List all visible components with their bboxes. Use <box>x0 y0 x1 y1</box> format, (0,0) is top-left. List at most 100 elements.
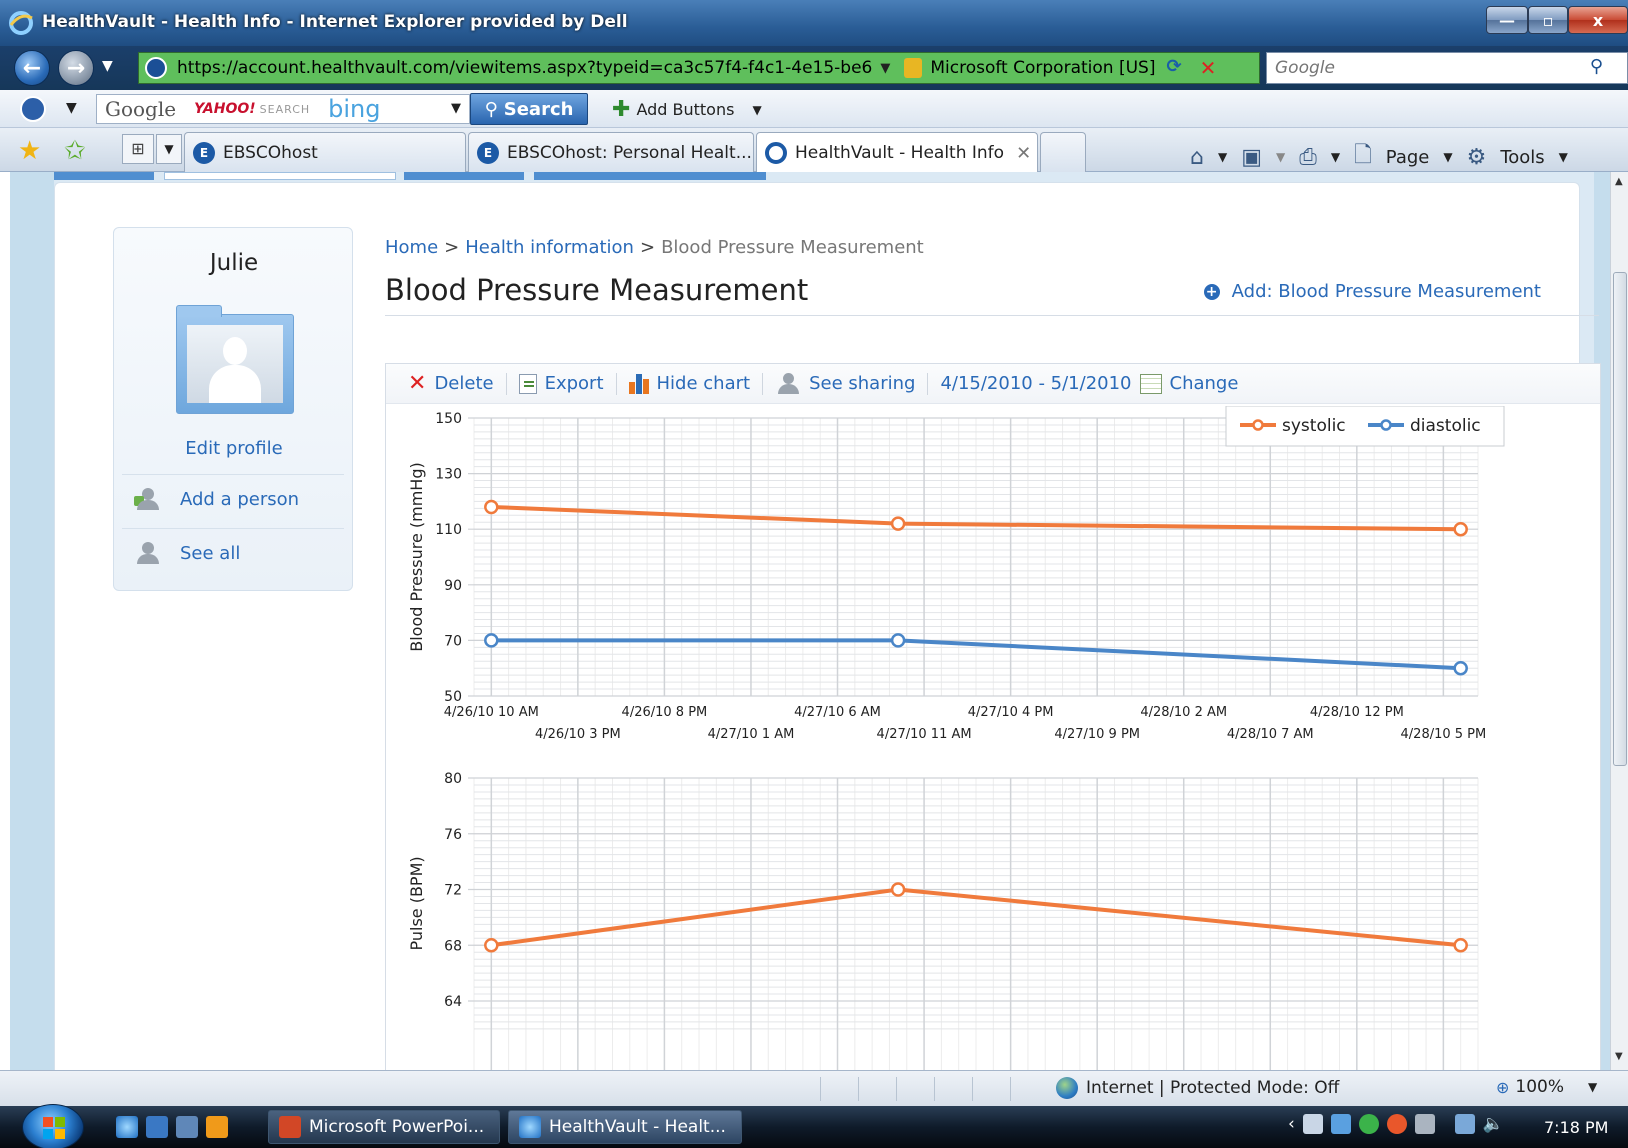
tab-healthvault[interactable]: HealthVault - Health Info ✕ <box>756 132 1038 173</box>
add-favorite-icon[interactable]: ✩ <box>64 136 86 166</box>
legend-label: diastolic <box>1410 416 1481 436</box>
search-input[interactable] <box>1275 53 1575 83</box>
forward-button[interactable]: → <box>58 50 94 86</box>
data-point-pulse <box>1453 938 1468 953</box>
title-divider <box>385 315 1599 316</box>
status-divider <box>1010 1077 1011 1101</box>
data-point-diastolic <box>1453 660 1468 676</box>
add-buttons-dropdown-icon[interactable]: ▼ <box>752 103 761 117</box>
edit-profile-link[interactable]: Edit profile <box>114 438 354 459</box>
globe-icon <box>1056 1077 1078 1099</box>
toolbar-logo-icon[interactable] <box>20 96 46 122</box>
site-nav-tab-edge[interactable] <box>164 172 396 180</box>
plus-icon: ✚ <box>612 97 631 122</box>
sidebar-item-see-all[interactable]: See all <box>134 542 240 564</box>
security-zone[interactable]: Internet | Protected Mode: Off <box>1056 1077 1339 1099</box>
clock[interactable]: 7:18 PM <box>1544 1118 1608 1137</box>
ie-quicklaunch-icon[interactable] <box>116 1116 138 1138</box>
tray-icon[interactable] <box>1358 1114 1379 1134</box>
sidebar-item-add-person[interactable]: Add a person <box>134 488 299 510</box>
page-dropdown-icon[interactable]: ▼ <box>1443 150 1452 164</box>
taskbar: Microsoft PowerPoi... HealthVault - Heal… <box>0 1104 1628 1148</box>
delete-button[interactable]: ✕ Delete <box>396 371 507 396</box>
google-toolbar: ▼ Google YAHOO! SEARCH bing ▼ ⚲ Search ✚… <box>0 90 1628 128</box>
minimize-button[interactable]: — <box>1486 6 1528 34</box>
stop-icon[interactable]: ✕ <box>1195 56 1221 80</box>
zoom-icon: ⊕ <box>1496 1077 1510 1097</box>
home-dropdown-icon[interactable]: ▼ <box>1218 150 1227 164</box>
zoom-dropdown-icon[interactable]: ▼ <box>1588 1080 1597 1094</box>
breadcrumb-home[interactable]: Home <box>385 237 438 258</box>
window-title-bar: HealthVault - Health Info - Internet Exp… <box>0 0 1628 46</box>
tools-menu-button[interactable]: Tools <box>1500 147 1544 168</box>
scrollbar-thumb[interactable] <box>1613 272 1627 766</box>
scroll-down-icon[interactable]: ▼ <box>1615 1051 1623 1062</box>
media-player-icon[interactable] <box>206 1116 228 1138</box>
date-range-control[interactable]: 4/15/2010 - 5/1/2010 Change <box>928 373 1250 395</box>
scroll-up-icon[interactable]: ▲ <box>1615 176 1623 187</box>
show-desktop-icon[interactable] <box>146 1116 168 1138</box>
taskbar-item-powerpoint[interactable]: Microsoft PowerPoi... <box>268 1110 500 1144</box>
legend-label: systolic <box>1282 416 1346 436</box>
toolbar-search-field[interactable]: Google YAHOO! SEARCH bing ▼ <box>96 94 470 124</box>
print-icon[interactable]: ⎙ <box>1299 145 1317 170</box>
avatar[interactable] <box>176 305 294 414</box>
export-button[interactable]: Export <box>507 372 617 395</box>
zoom-control[interactable]: ⊕ 100% ▼ <box>1496 1077 1597 1097</box>
breadcrumb-health-information[interactable]: Health information <box>465 237 634 258</box>
tab-ebscohost[interactable]: E EBSCOhost <box>184 132 466 172</box>
search-engine-dropdown-icon[interactable]: ▼ <box>451 101 461 116</box>
page-scrollbar[interactable]: ▲ ▼ <box>1610 172 1628 1070</box>
tools-dropdown-icon[interactable]: ▼ <box>1559 150 1568 164</box>
url-dropdown-icon[interactable]: ▼ <box>880 61 890 76</box>
site-nav-tab-edge[interactable] <box>404 172 524 180</box>
recent-pages-dropdown-icon[interactable]: ▼ <box>102 58 113 74</box>
tray-icon[interactable] <box>1330 1114 1351 1134</box>
volume-icon[interactable]: 🔈 <box>1483 1114 1504 1134</box>
print-dropdown-icon[interactable]: ▼ <box>1331 150 1340 164</box>
tray-icon[interactable] <box>1302 1114 1323 1134</box>
y-tick-label: 90 <box>444 578 462 594</box>
favorites-star-icon[interactable]: ★ <box>18 136 41 166</box>
search-icon[interactable]: ⚲ <box>1590 56 1603 77</box>
sidebar-divider <box>122 474 344 475</box>
add-buttons-button[interactable]: ✚ Add Buttons ▼ <box>612 97 762 122</box>
lock-icon[interactable] <box>904 58 923 78</box>
tab-ebscohost-personal-health[interactable]: E EBSCOhost: Personal Healt... <box>468 132 754 172</box>
data-point-diastolic <box>890 633 906 648</box>
feeds-icon[interactable]: ▣ <box>1241 145 1262 170</box>
url-field[interactable]: https://account.healthvault.com/viewitem… <box>177 58 872 78</box>
tray-icon[interactable] <box>1414 1114 1435 1134</box>
switch-windows-icon[interactable] <box>176 1116 198 1138</box>
start-button[interactable] <box>22 1104 84 1148</box>
toolbar-search-button[interactable]: ⚲ Search <box>470 93 588 125</box>
y-tick-label: 64 <box>444 994 462 1010</box>
tray-expand-icon[interactable]: ‹ <box>1288 1114 1295 1134</box>
feeds-dropdown-icon[interactable]: ▼ <box>1276 150 1285 164</box>
close-tab-icon[interactable]: ✕ <box>1016 143 1031 164</box>
site-nav-tab-edge[interactable] <box>534 172 766 180</box>
address-bar[interactable]: https://account.healthvault.com/viewitem… <box>138 52 1260 84</box>
maximize-button[interactable]: ▫ <box>1528 6 1568 34</box>
refresh-icon[interactable]: ⟳ <box>1161 56 1187 80</box>
tray-icon[interactable] <box>1386 1114 1407 1134</box>
status-divider <box>820 1077 821 1101</box>
search-box[interactable]: ⚲ <box>1266 52 1628 84</box>
toolbar-options-dropdown-icon[interactable]: ▼ <box>66 100 77 116</box>
home-icon[interactable]: ⌂ <box>1190 145 1204 170</box>
network-icon[interactable] <box>1454 1114 1475 1134</box>
page-menu-button[interactable]: Page <box>1386 147 1430 168</box>
chart-panel: ✕ Delete Export Hide chart See sharing 4… <box>385 363 1601 1070</box>
quick-tabs-icon[interactable]: ⊞ <box>122 134 154 164</box>
certificate-label[interactable]: Microsoft Corporation [US] <box>930 58 1155 78</box>
google-label: Google <box>105 97 177 121</box>
taskbar-item-healthvault[interactable]: HealthVault - Healt... <box>508 1110 742 1144</box>
site-nav-tab-edge[interactable] <box>54 172 154 180</box>
add-measurement-link[interactable]: + Add: Blood Pressure Measurement <box>1203 281 1541 302</box>
tab-list-dropdown-icon[interactable]: ▼ <box>156 134 182 164</box>
see-sharing-button[interactable]: See sharing <box>763 372 929 395</box>
back-button[interactable]: ← <box>14 50 50 86</box>
hide-chart-button[interactable]: Hide chart <box>617 372 764 395</box>
new-tab-button[interactable] <box>1040 132 1086 172</box>
close-window-button[interactable]: x <box>1568 6 1628 34</box>
